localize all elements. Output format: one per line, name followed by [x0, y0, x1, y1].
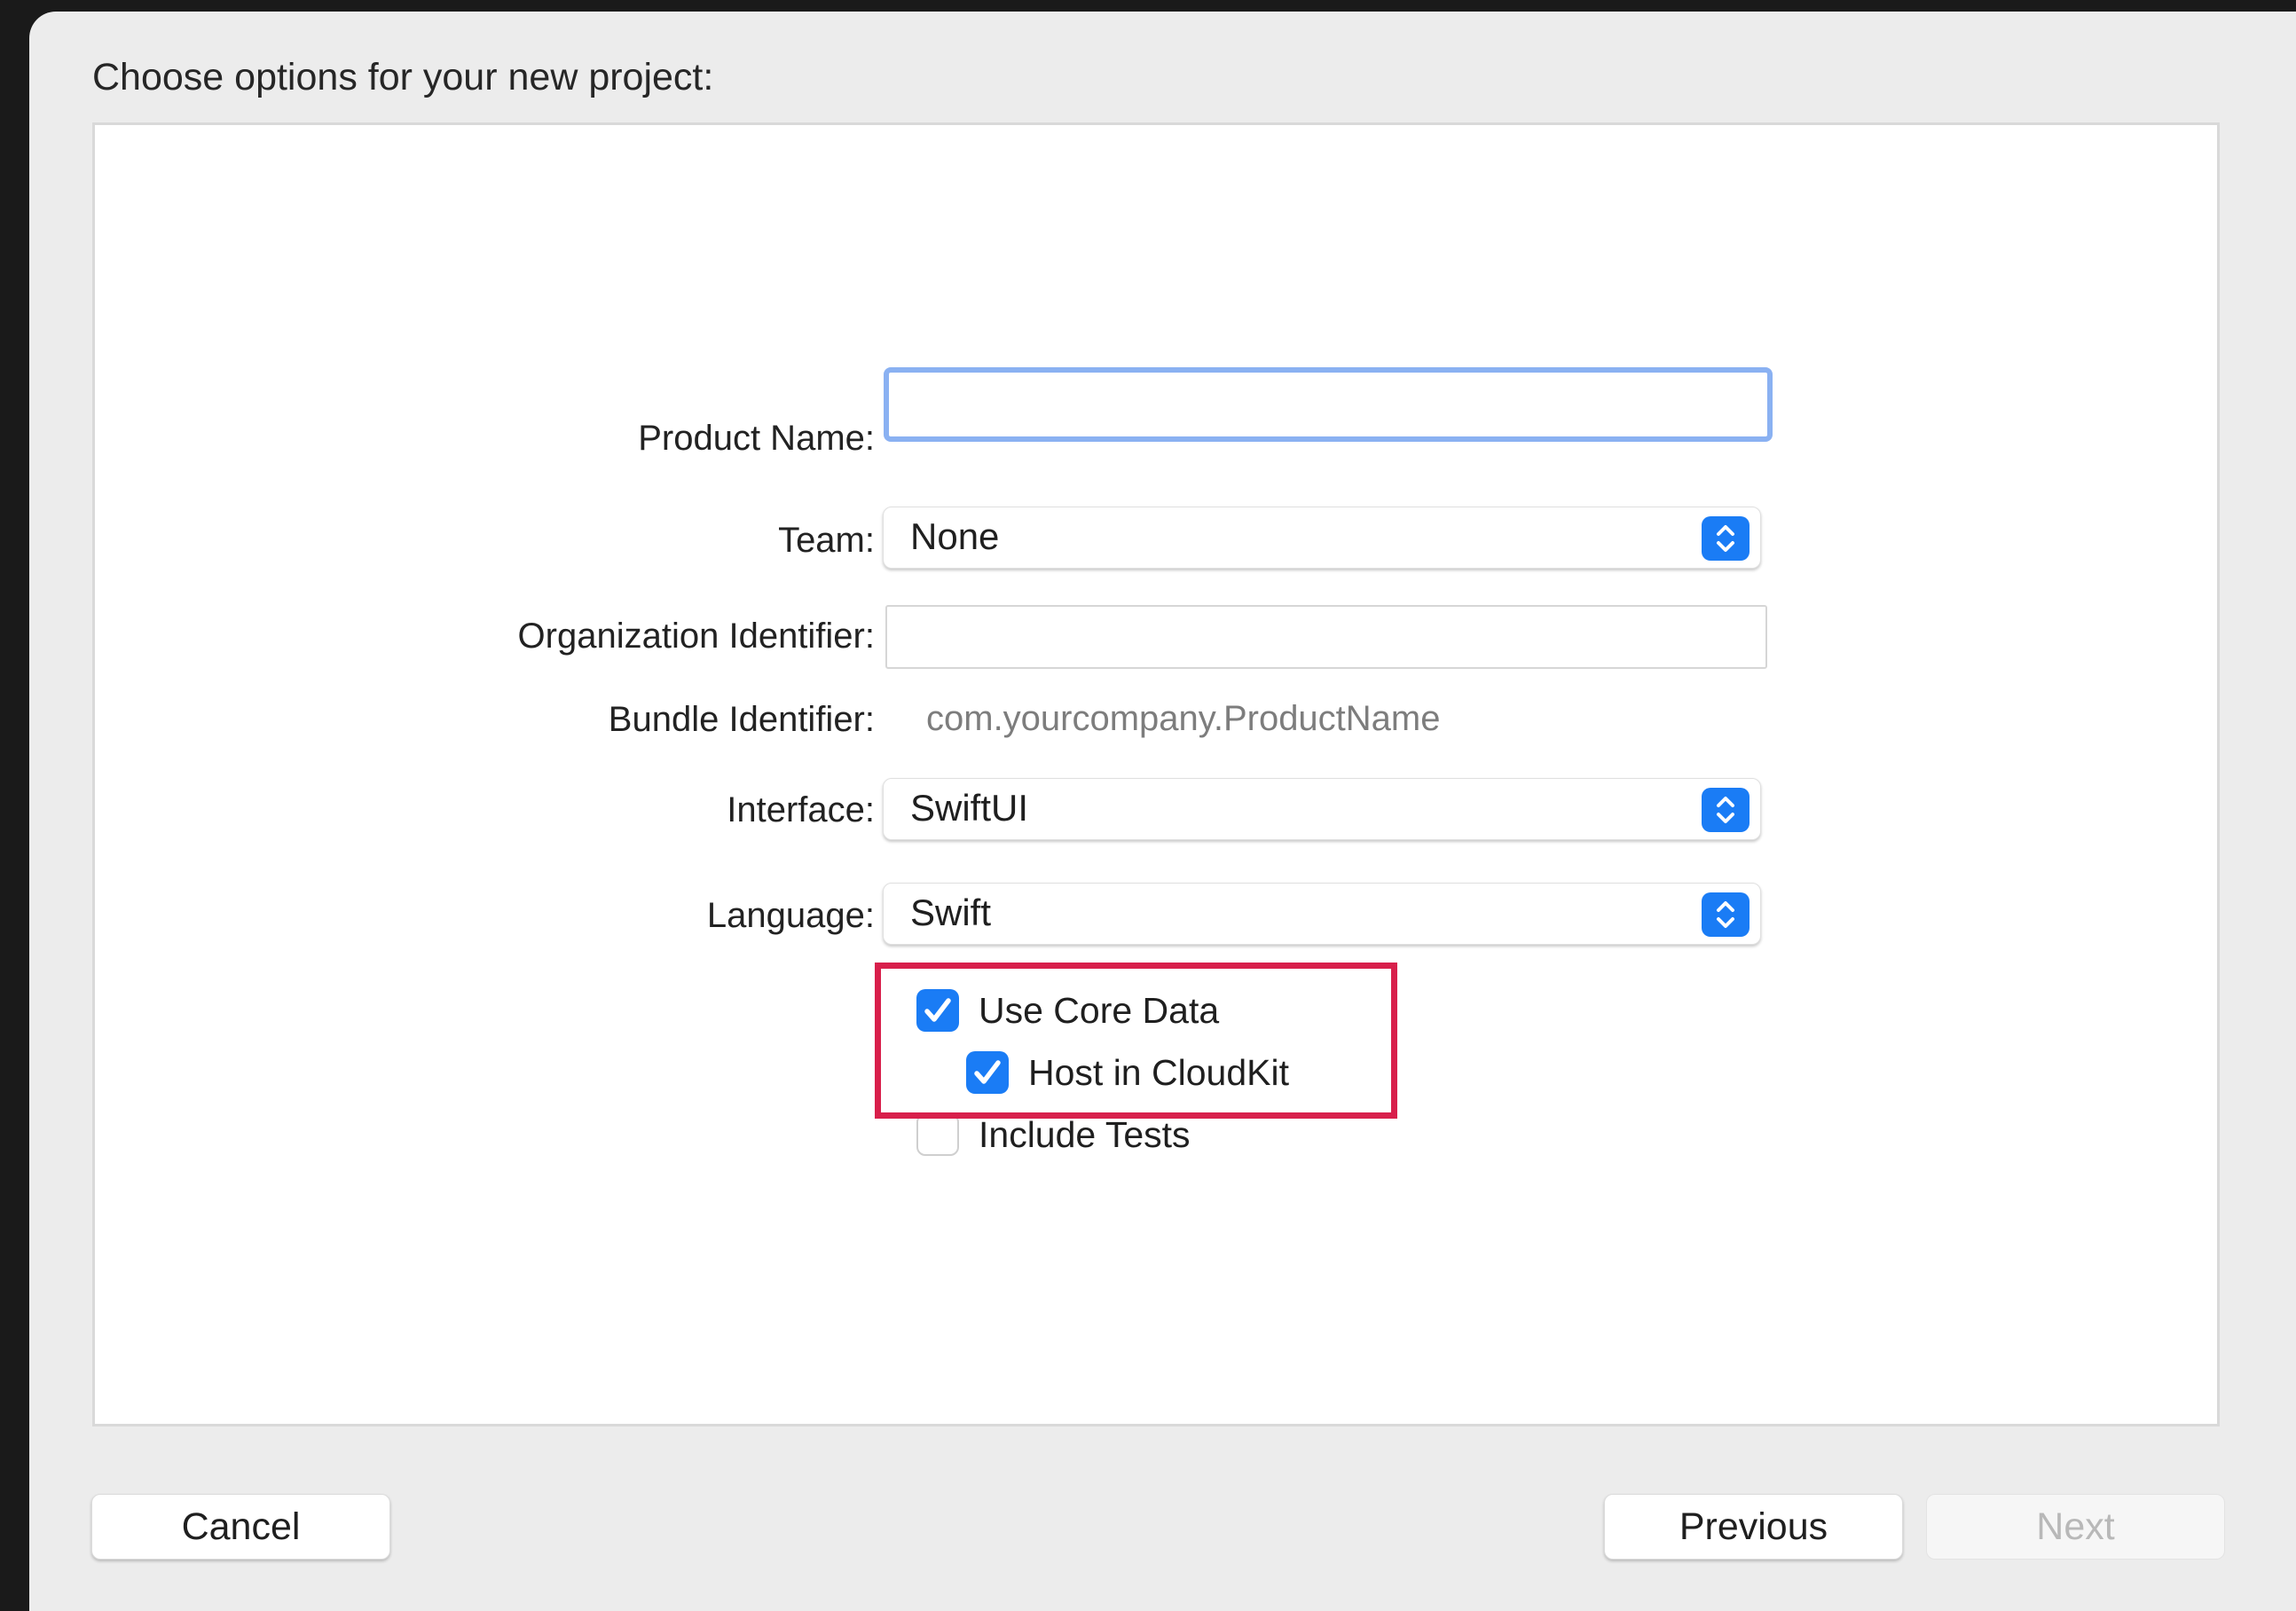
product-name-label: Product Name:	[638, 419, 875, 458]
organization-identifier-label: Organization Identifier:	[517, 617, 875, 656]
language-popup[interactable]: Swift	[883, 883, 1761, 945]
bundle-identifier-label: Bundle Identifier:	[608, 700, 875, 739]
team-popup[interactable]: None	[883, 507, 1761, 569]
include-tests-checkbox[interactable]	[916, 1113, 959, 1156]
team-stepper-icon	[1702, 516, 1750, 561]
previous-button[interactable]: Previous	[1604, 1494, 1903, 1560]
bundle-identifier-value: com.yourcompany.ProductName	[926, 699, 1441, 738]
language-value: Swift	[910, 892, 992, 933]
language-label: Language:	[706, 896, 875, 935]
interface-label: Interface:	[727, 790, 875, 829]
include-tests-label[interactable]: Include Tests	[979, 1114, 1191, 1156]
highlight-box	[875, 963, 1397, 1119]
next-button[interactable]: Next	[1926, 1494, 2225, 1560]
interface-stepper-icon	[1702, 788, 1750, 832]
cancel-button[interactable]: Cancel	[91, 1494, 390, 1560]
language-stepper-icon	[1702, 892, 1750, 937]
dialog-heading: Choose options for your new project:	[92, 56, 714, 98]
interface-popup[interactable]: SwiftUI	[883, 778, 1761, 840]
options-panel	[92, 122, 2220, 1426]
product-name-field[interactable]	[884, 367, 1773, 442]
organization-identifier-field[interactable]	[885, 605, 1767, 669]
interface-value: SwiftUI	[910, 787, 1029, 829]
team-label: Team:	[778, 521, 875, 560]
team-value: None	[910, 515, 1000, 557]
